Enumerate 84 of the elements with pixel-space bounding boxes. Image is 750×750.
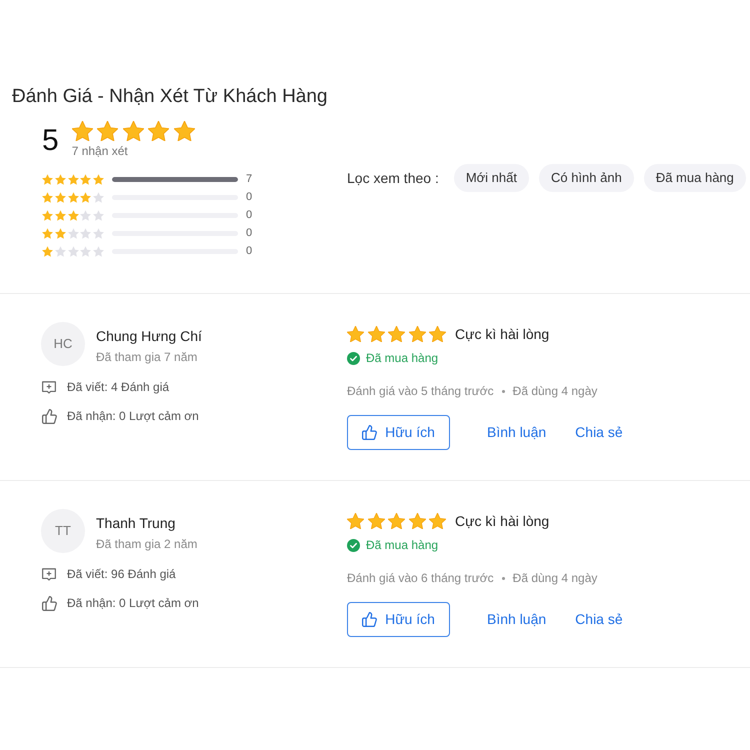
star-icon [68,246,78,256]
star-icon [122,121,144,141]
thumbs-up-icon [42,596,57,610]
action-link[interactable]: Chia sẻ [575,422,623,440]
star-icon [80,174,92,184]
section-title: Đánh Giá - Nhận Xét Từ Khách Hàng [12,85,328,109]
star-icon [97,121,118,141]
star-icon [347,326,364,342]
thanks-received-text: Đã nhận: 0 Lượt cảm ơn [67,408,199,424]
thanks-received-text: Đã nhận: 0 Lượt cảm ơn [67,595,199,611]
filter-chip[interactable]: Đã mua hàng [644,164,746,192]
purchased-label: Đã mua hàng [366,350,438,366]
star-icon [93,174,104,184]
reviews-written-text: Đã viết: 96 Đánh giá [67,566,176,582]
star-icon [80,192,92,202]
star-icon [68,174,78,184]
rating-verdict: Cực kì hài lòng [455,325,550,343]
rating-verdict: Cực kì hài lòng [455,512,550,530]
thumbs-up-icon [42,408,57,424]
review-date: Đánh giá vào 6 tháng trước [347,570,494,586]
star-icon [93,246,104,256]
filter-label: Lọc xem theo : [347,169,439,187]
star-icon [429,513,446,529]
thumbs-up-icon [362,425,378,440]
usage-duration: Đã dùng 4 ngày [512,570,598,586]
action-link[interactable]: Bình luận [487,610,546,628]
review-count: 7 nhận xét [72,143,129,159]
avatar: TT [41,509,85,553]
star-icon [429,326,446,342]
thumbs-up-icon [362,612,378,627]
joined-text: Đã tham gia 7 năm [96,349,198,365]
star-icon [54,210,66,220]
review-date: Đánh giá vào 5 tháng trước [347,383,494,399]
helpful-button[interactable]: Hữu ích [347,602,450,637]
star-icon [80,228,92,238]
reviewer-name: Thanh Trung [96,514,176,532]
check-circle-icon [347,538,360,552]
helpful-button[interactable]: Hữu ích [347,415,450,450]
reviews-written-text: Đã viết: 4 Đánh giá [67,379,170,395]
star-icon [68,192,78,202]
star-icon [72,121,93,141]
action-link[interactable]: Chia sẻ [575,610,623,628]
star-icon [42,228,53,238]
filter-chip[interactable]: Có hình ảnh [538,164,634,192]
star-icon [42,210,53,220]
rating-count: 7 [246,172,252,186]
star-icon [54,246,66,256]
star-icon [93,210,104,220]
star-icon [408,326,426,342]
star-icon [174,121,195,141]
star-icon [368,326,384,342]
star-icon [368,513,384,529]
joined-text: Đã tham gia 2 năm [96,536,198,552]
action-link[interactable]: Bình luận [487,422,546,440]
star-icon [68,210,78,220]
star-icon [408,513,426,529]
star-icon [42,192,53,202]
star-icon [347,513,364,529]
star-icon [68,228,78,238]
comment-icon [42,380,56,394]
check-circle-icon [347,352,360,364]
star-icon [54,228,66,238]
star-icon [148,121,170,141]
star-icon [80,210,92,220]
filter-chip[interactable]: Mới nhất [454,164,529,192]
star-icon [388,326,405,342]
star-icon [388,513,405,529]
avatar: HC [41,322,85,366]
average-score: 5 [42,124,59,158]
rating-count: 0 [246,208,252,222]
star-icon [80,246,92,256]
comment-icon [42,568,56,580]
rating-count: 0 [246,226,252,240]
reviewer-name: Chung Hưng Chí [96,327,202,345]
usage-duration: Đã dùng 4 ngày [512,383,598,399]
star-icon [42,246,53,256]
star-icon [54,174,66,184]
star-icon [93,192,104,202]
star-icon [93,228,104,238]
purchased-label: Đã mua hàng [366,537,438,553]
star-icon [42,174,53,184]
rating-count: 0 [246,190,252,204]
star-icon [54,192,66,202]
rating-count: 0 [246,244,252,258]
